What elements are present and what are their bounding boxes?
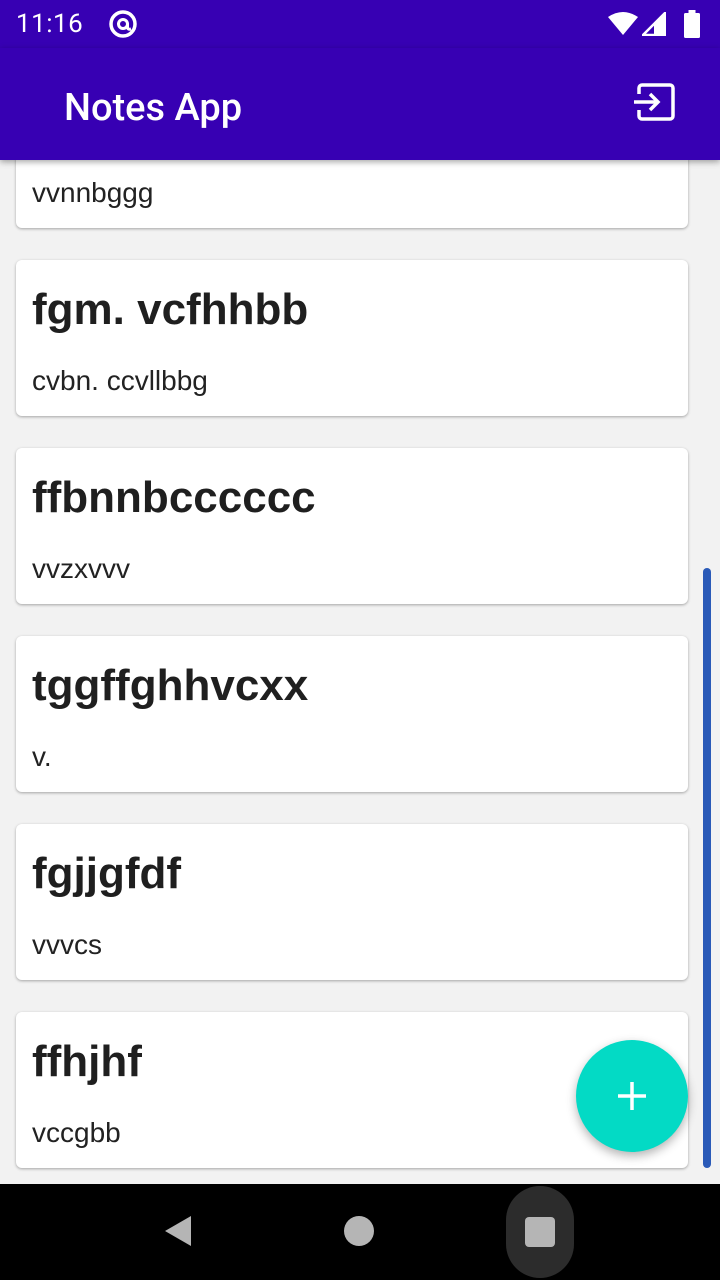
- note-title: tggffghhvcxx: [32, 661, 309, 710]
- plus-icon: [618, 1082, 646, 1110]
- note-title: fgm. vcfhhbb: [32, 285, 309, 334]
- home-icon[interactable]: [344, 1216, 374, 1246]
- logout-button[interactable]: [626, 74, 686, 134]
- wifi-icon: [608, 12, 638, 35]
- note-title: ffbnnbcccccc: [32, 473, 316, 522]
- note-card[interactable]: ffbnnbcccccc vvzxvvv: [16, 448, 688, 604]
- add-note-button[interactable]: [576, 1040, 688, 1152]
- at-sign-icon: [108, 9, 138, 39]
- recents-icon[interactable]: [525, 1217, 555, 1247]
- back-icon[interactable]: [163, 1214, 193, 1248]
- logout-icon: [634, 83, 675, 121]
- note-card[interactable]: fgm. vcfhhbb cvbn. ccvllbbg: [16, 260, 688, 416]
- note-title: fgjjgfdf: [32, 849, 182, 898]
- note-card[interactable]: vvnnbggg: [16, 160, 688, 228]
- notes-list[interactable]: vvnnbggg fgm. vcfhhbb cvbn. ccvllbbg ffb…: [0, 160, 720, 1184]
- note-body: cvbn. ccvllbbg: [32, 365, 208, 396]
- cell-signal-icon: [642, 12, 666, 36]
- note-card[interactable]: fgjjgfdf vvvcs: [16, 824, 688, 980]
- note-body: vccgbb: [32, 1117, 121, 1148]
- status-icons: [608, 10, 708, 38]
- note-card[interactable]: tggffghhvcxx v.: [16, 636, 688, 792]
- app-bar: Notes App: [0, 48, 720, 160]
- note-title: ffhjhf: [32, 1037, 142, 1086]
- scrollbar[interactable]: [703, 568, 711, 1168]
- status-time: 11:16: [16, 9, 84, 39]
- note-body: vvzxvvv: [32, 553, 130, 584]
- status-bar: 11:16: [0, 0, 720, 48]
- battery-icon: [684, 10, 700, 38]
- note-body: vvvcs: [32, 929, 102, 960]
- note-body: v.: [32, 741, 52, 772]
- note-body: vvnnbggg: [32, 177, 154, 208]
- app-title: Notes App: [64, 86, 243, 130]
